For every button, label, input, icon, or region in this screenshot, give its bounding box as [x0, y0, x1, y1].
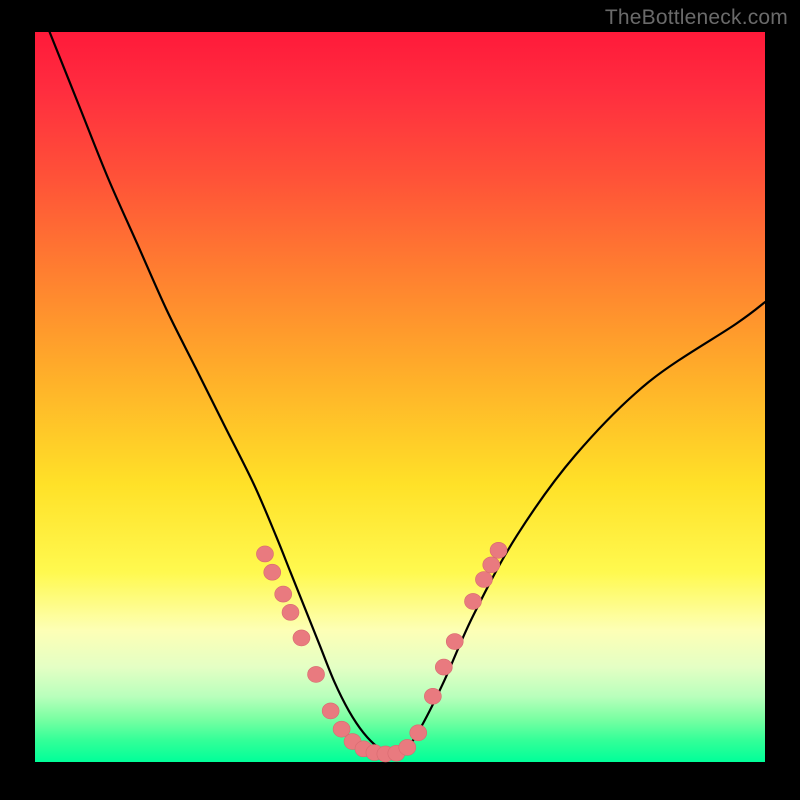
curve-marker — [293, 630, 310, 646]
curve-markers-group — [256, 542, 507, 762]
curve-marker — [465, 593, 482, 609]
curve-marker — [424, 688, 441, 704]
curve-marker — [282, 604, 299, 620]
bottleneck-curve — [50, 32, 765, 755]
curve-marker — [446, 634, 463, 650]
curve-layer — [35, 32, 765, 762]
curve-marker — [435, 659, 452, 675]
curve-marker — [308, 666, 325, 682]
curve-marker — [410, 725, 427, 741]
curve-marker — [275, 586, 292, 602]
curve-marker — [475, 572, 492, 588]
curve-marker — [264, 564, 281, 580]
curve-marker — [490, 542, 507, 558]
plot-area — [35, 32, 765, 762]
curve-marker — [322, 703, 339, 719]
chart-frame: TheBottleneck.com — [0, 0, 800, 800]
watermark-text: TheBottleneck.com — [605, 6, 788, 30]
curve-marker — [256, 546, 273, 562]
curve-marker — [483, 557, 500, 573]
curve-marker — [399, 739, 416, 755]
